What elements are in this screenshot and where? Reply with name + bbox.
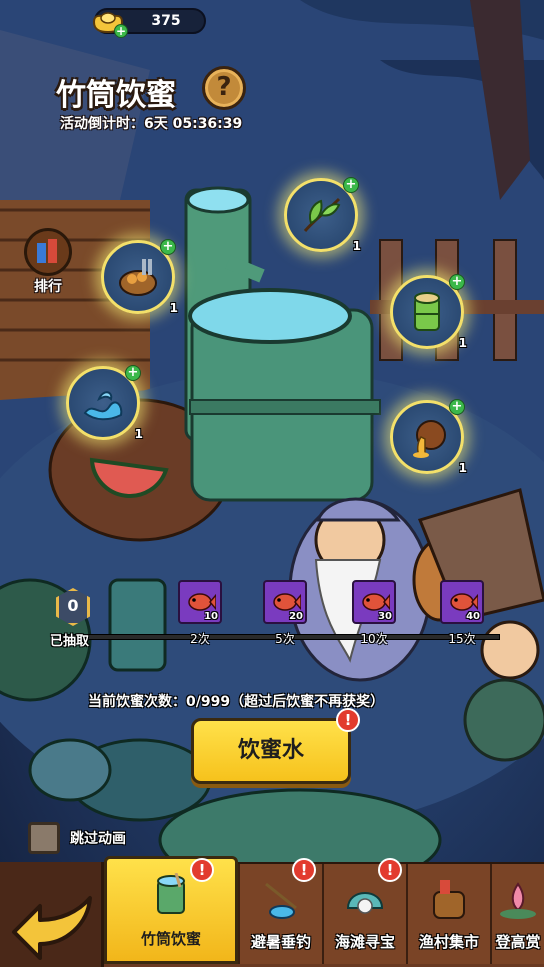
drawn-label: 已抽取 <box>50 634 90 649</box>
milestone-label: 5次 <box>275 632 295 646</box>
help-button[interactable]: ? <box>202 66 246 110</box>
tab-bamboo-honey[interactable]: 竹筒饮蜜 <box>104 856 238 964</box>
mushroom-bowl-icon <box>119 259 157 296</box>
milestone-reward[interactable]: 40 15次 <box>440 580 488 647</box>
drawn-count-badge: 0 <box>52 588 94 634</box>
reward-box[interactable]: 30 <box>352 580 396 624</box>
milestone-reward[interactable]: 30 10次 <box>352 580 400 647</box>
reward-quantity: 30 <box>378 611 392 622</box>
add-ingredient-icon[interactable]: + <box>160 239 176 255</box>
reward-quantity: 10 <box>204 611 218 622</box>
background-art <box>0 0 544 892</box>
lotus-icon <box>500 882 536 919</box>
ingredient-count: 1 <box>169 301 178 315</box>
ingredient-mushroom-bowl[interactable]: + 1 <box>101 239 178 315</box>
ingredient-bamboo-segment[interactable]: + 1 <box>390 274 467 350</box>
honey-jar-icon <box>413 420 446 458</box>
shell-pearl-icon <box>346 892 384 914</box>
drink-count-text: 当前饮蜜次数：0/999（超过后饮蜜不再获奖） <box>88 694 385 710</box>
add-ingredient-icon[interactable]: + <box>125 365 141 381</box>
milestone-label: 10次 <box>360 632 388 646</box>
ranking-icon <box>24 228 72 276</box>
reward-quantity: 40 <box>466 611 480 622</box>
drawn-count: 0 <box>67 596 79 615</box>
event-title: 竹筒饮蜜 <box>56 78 176 113</box>
market-barrel-icon <box>433 880 465 919</box>
back-button[interactable] <box>0 862 104 967</box>
ingredient-count: 1 <box>458 461 467 475</box>
water-splash-icon <box>83 391 123 421</box>
drink-honey-button[interactable]: 饮蜜水 <box>191 718 351 784</box>
alert-icon: ! <box>190 858 214 882</box>
tab-fishing-village-market[interactable]: 渔村集市 <box>406 864 490 964</box>
tab-label: 渔村集市 <box>418 933 479 951</box>
leaf-icon <box>303 197 341 232</box>
tab-climb-view[interactable]: 登高赏 <box>490 864 544 964</box>
ingredient-leaf[interactable]: + 1 <box>284 177 361 253</box>
ranking-label: 排行 <box>34 279 62 295</box>
ranking-button[interactable]: 排行 <box>20 228 76 300</box>
add-ingredient-icon[interactable]: + <box>449 399 465 415</box>
ingredient-honey-jar[interactable]: + 1 <box>390 399 467 475</box>
reward-box[interactable]: 40 <box>440 580 484 624</box>
add-currency-icon[interactable]: + <box>114 24 128 38</box>
add-ingredient-icon[interactable]: + <box>449 274 465 290</box>
currency-amount: 375 <box>151 13 181 29</box>
reward-quantity: 20 <box>289 611 303 622</box>
reward-box[interactable]: 20 <box>263 580 307 624</box>
ingredient-count: 1 <box>352 239 361 253</box>
skip-checkbox[interactable] <box>28 822 60 854</box>
bamboo-cup-icon <box>157 873 185 914</box>
currency-display[interactable]: + 375 <box>92 8 206 38</box>
ingredient-count: 1 <box>458 336 467 350</box>
tab-label: 避暑垂钓 <box>250 933 311 951</box>
alert-icon: ! <box>336 708 360 732</box>
ingredient-water-splash[interactable]: + 1 <box>66 365 143 441</box>
tab-label: 登高赏 <box>495 933 541 951</box>
fishing-icon <box>265 882 297 919</box>
drink-button-label: 饮蜜水 <box>237 738 304 763</box>
tab-label: 海滩寻宝 <box>334 933 395 951</box>
tab-label: 竹筒饮蜜 <box>140 930 201 948</box>
alert-icon: ! <box>292 858 316 882</box>
add-ingredient-icon[interactable]: + <box>343 177 359 193</box>
milestone-label: 2次 <box>190 632 210 646</box>
back-arrow-icon <box>12 896 92 960</box>
milestone-reward[interactable]: 10 2次 <box>178 580 226 647</box>
bamboo-segment-icon <box>414 292 440 331</box>
alert-icon: ! <box>378 858 402 882</box>
ingredient-count: 1 <box>134 427 143 441</box>
question-mark-icon: ? <box>216 72 232 102</box>
milestone-label: 15次 <box>448 632 476 646</box>
game-scene: + 375 竹筒饮蜜 ? 活动倒计时：6天 05:36:39 排行 + 1 + … <box>0 0 544 967</box>
milestone-reward[interactable]: 20 5次 <box>263 580 311 647</box>
reward-box[interactable]: 10 <box>178 580 222 624</box>
event-countdown: 活动倒计时：6天 05:36:39 <box>60 116 243 132</box>
skip-animation-label: 跳过动画 <box>70 831 126 847</box>
